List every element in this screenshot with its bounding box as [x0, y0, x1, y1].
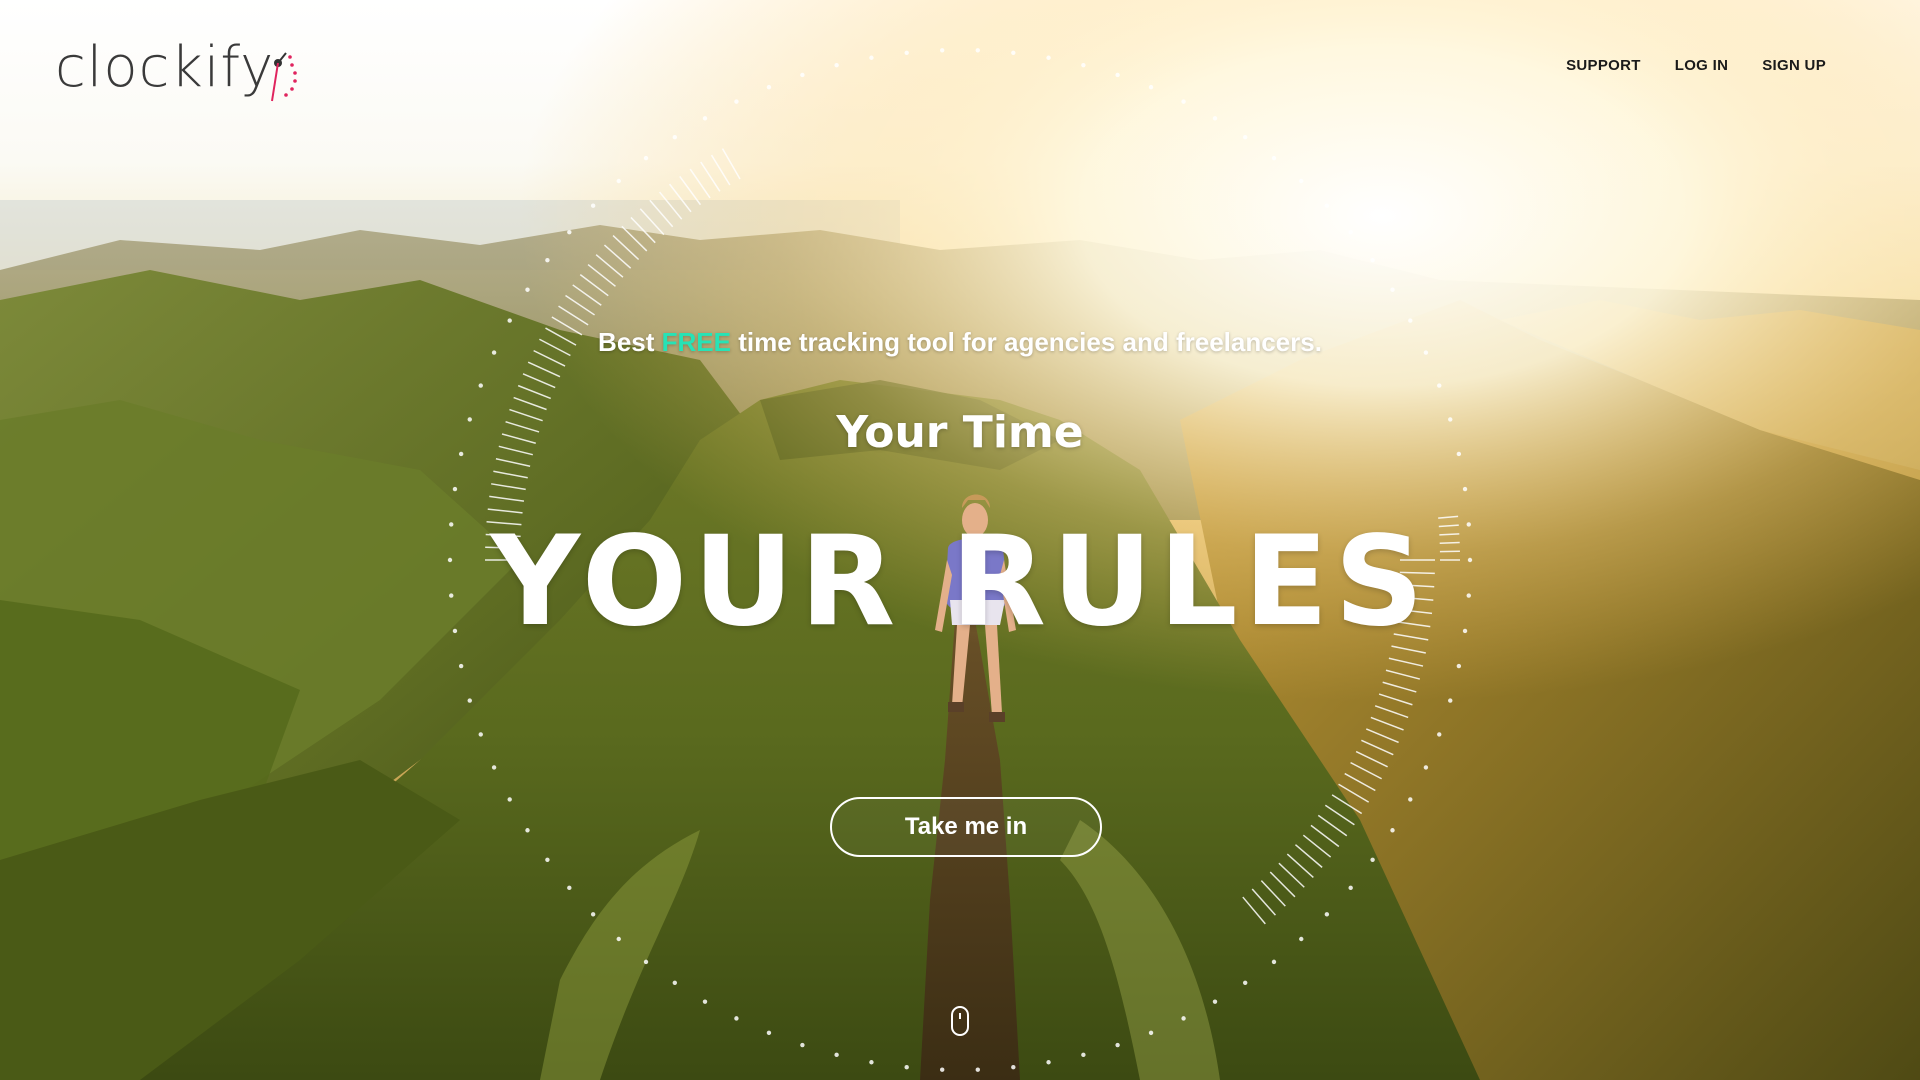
mouse-scroll-icon[interactable]	[950, 1005, 970, 1037]
tagline-free-highlight: FREE	[661, 327, 731, 357]
take-me-in-button[interactable]: Take me in	[830, 797, 1102, 857]
tagline-suffix: time tracking tool for agencies and free…	[730, 327, 1322, 357]
hero-subtitle: Your Time	[836, 407, 1084, 458]
tagline-prefix: Best	[598, 327, 662, 357]
hero-tagline: Best FREE time tracking tool for agencie…	[0, 327, 1920, 358]
nav-support-link[interactable]: SUPPORT	[1566, 57, 1641, 74]
nav-signup-link[interactable]: SIGN UP	[1762, 57, 1826, 74]
hero-title: YOUR RULES	[490, 510, 1430, 654]
clock-icon	[271, 52, 298, 102]
brand-name: clockify	[55, 35, 275, 100]
landing-page: clockify SUPPORT LOG IN SIGN UP Best FRE…	[0, 0, 1920, 1080]
brand-logo[interactable]: clockify	[55, 32, 316, 104]
top-nav: SUPPORT LOG IN SIGN UP	[1566, 57, 1826, 74]
nav-login-link[interactable]: LOG IN	[1675, 57, 1728, 74]
